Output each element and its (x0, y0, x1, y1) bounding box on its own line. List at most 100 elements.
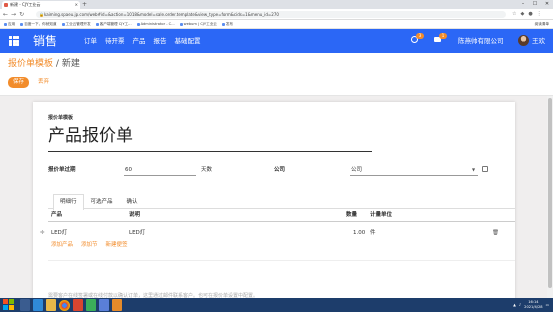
bookmark-item[interactable]: 工业云管理开发 (61, 21, 91, 27)
column-header-uom[interactable]: 计量单位 (370, 208, 392, 222)
task-view-icon[interactable] (20, 299, 30, 311)
table-row[interactable]: ✛ LED灯 LED灯 1.00 件 🗑 (40, 226, 515, 240)
bookmark-item[interactable]: 发布 (221, 21, 234, 27)
browser-tab-title: 新建 - CJY工业云 (10, 2, 41, 7)
start-menu-icon[interactable] (3, 299, 15, 311)
bookmark-item[interactable]: webum | CJY工业云 (179, 21, 217, 27)
menu-to-invoice[interactable]: 待开票 (105, 29, 125, 53)
app-icon-green[interactable] (86, 299, 96, 311)
discard-button[interactable]: 丢弃 (38, 77, 49, 88)
title-underline (48, 151, 372, 152)
folder-icon[interactable] (46, 299, 56, 311)
trash-icon[interactable]: 🗑 (492, 226, 499, 240)
volume-icon[interactable]: ♪ (519, 303, 521, 308)
minimize-icon[interactable]: – (517, 0, 529, 9)
add-note-link[interactable]: 新建便签 (106, 240, 128, 250)
app-icon-orange[interactable] (112, 299, 122, 311)
bookmark-icon (179, 22, 183, 26)
tab-optional-products[interactable]: 可选产品 (84, 194, 120, 209)
user-menu[interactable]: 王欢 (532, 29, 545, 53)
app-brand[interactable]: 销售 (33, 33, 57, 49)
edge-icon[interactable] (33, 299, 43, 311)
browser-tab[interactable]: 新建 - CJY工业云 × (2, 1, 80, 9)
bookmarks-bar: 应用 百度一下，你就知道 工业云管理开发 客户端管理 CJY工... Administr… (0, 20, 553, 29)
breadcrumb-current: 新建 (61, 59, 80, 69)
taskbar-clock[interactable]: 16:14 2021/4/28 (524, 300, 542, 310)
bookmark-item[interactable]: 应用 (4, 22, 15, 27)
chevron-down-icon[interactable]: ▼ (472, 166, 475, 174)
window-controls: – ☐ ✕ (517, 0, 553, 9)
taskbar-date: 2021/4/28 (524, 305, 543, 309)
save-button[interactable]: 保存 (8, 77, 29, 88)
bookmark-label: 工业云管理开发 (65, 21, 91, 26)
bookmark-label: 应用 (8, 21, 16, 26)
url-text: kaiming.spaeu.jp.com/web#id=&action=1018… (44, 12, 279, 17)
template-name-input[interactable]: 产品报价单 (48, 123, 133, 149)
url-field[interactable]: 🔒 kaiming.spaeu.jp.com/web#id=&action=10… (36, 11, 506, 18)
bookmark-icon (61, 22, 65, 26)
profile-icon[interactable]: ● (528, 11, 532, 18)
column-header-description[interactable]: 说明 (129, 208, 140, 222)
bookmark-item[interactable]: Administrator - C... (136, 22, 175, 26)
system-tray: ▲ ♪ 16:14 2021/4/28 ▭ (513, 298, 549, 312)
lock-icon: 🔒 (39, 12, 44, 17)
star-icon[interactable]: ☆ (512, 11, 516, 18)
maximize-icon[interactable]: ☐ (529, 0, 541, 9)
tab-confirmation[interactable]: 确认 (120, 194, 145, 209)
company-select[interactable]: 公司 (351, 166, 362, 174)
reading-list[interactable]: 阅读清单 (535, 20, 549, 29)
bookmark-icon (20, 22, 24, 26)
add-product-link[interactable]: 添加产品 (51, 240, 73, 250)
line-actions: 添加产品 添加节 新建便签 (51, 240, 128, 250)
external-link-icon[interactable] (482, 166, 488, 172)
browser-nav: ← → ↻ (3, 9, 24, 20)
back-icon[interactable]: ← (3, 9, 8, 20)
bookmark-icon (95, 22, 99, 26)
company-underline (350, 175, 478, 176)
table-bottom-divider (48, 260, 515, 261)
row-quantity[interactable]: 1.00 (353, 226, 365, 240)
browser-menu-icon[interactable]: ⋮ (537, 11, 542, 18)
network-icon[interactable]: ▲ (513, 303, 516, 308)
menu-orders[interactable]: 订单 (84, 29, 97, 53)
row-uom[interactable]: 件 (370, 226, 376, 240)
table-header: 产品 说明 数量 计量单位 (48, 208, 515, 222)
forward-icon[interactable]: → (11, 9, 16, 20)
breadcrumb-separator: / (55, 59, 59, 69)
apps-menu-icon[interactable] (9, 36, 19, 46)
activity-badge: 3 (416, 33, 424, 39)
scrollbar-thumb[interactable] (548, 98, 552, 288)
menu-configuration[interactable]: 基础配置 (175, 29, 201, 53)
breadcrumb: 报价单模板 / 新建 (8, 58, 80, 70)
column-header-quantity[interactable]: 数量 (346, 208, 357, 222)
bookmark-label: 发布 (225, 21, 234, 26)
close-window-icon[interactable]: ✕ (541, 0, 553, 9)
main-menu: 订单 待开票 产品 报告 基础配置 (84, 29, 201, 53)
chrome-icon[interactable] (59, 299, 70, 311)
app-icon-red[interactable] (73, 299, 83, 311)
app-icon-blue[interactable] (99, 299, 109, 311)
extensions-icon[interactable]: ◆ (520, 11, 524, 18)
new-tab-button[interactable]: + (82, 1, 87, 9)
row-description[interactable]: LED灯 (129, 226, 145, 240)
bookmark-item[interactable]: 客户端管理 CJY工... (95, 21, 132, 27)
breadcrumb-parent[interactable]: 报价单模板 (8, 59, 53, 69)
add-section-link[interactable]: 添加节 (81, 240, 98, 250)
tab-close-icon[interactable]: × (75, 1, 78, 9)
row-product[interactable]: LED灯 (51, 226, 67, 240)
reload-icon[interactable]: ↻ (19, 9, 24, 20)
bookmark-label: webum | CJY工业云 (183, 21, 217, 26)
avatar[interactable] (518, 35, 529, 46)
company-switcher[interactable]: 陈燕帅有限公司 (458, 29, 504, 53)
notification-icon[interactable]: ▭ (546, 303, 549, 308)
bookmark-label: 客户端管理 CJY工... (99, 21, 132, 26)
column-header-product[interactable]: 产品 (51, 208, 62, 222)
menu-products[interactable]: 产品 (133, 29, 146, 53)
bookmark-item[interactable]: 百度一下，你就知道 (20, 22, 57, 27)
validity-input[interactable]: 60 (125, 166, 132, 174)
drag-handle-icon[interactable]: ✛ (40, 226, 45, 240)
favicon-icon (4, 3, 8, 7)
notebook-tabs: 明细行 可选产品 确认 (53, 194, 145, 210)
menu-reporting[interactable]: 报告 (154, 29, 167, 53)
messages-badge: 1 (439, 33, 447, 39)
